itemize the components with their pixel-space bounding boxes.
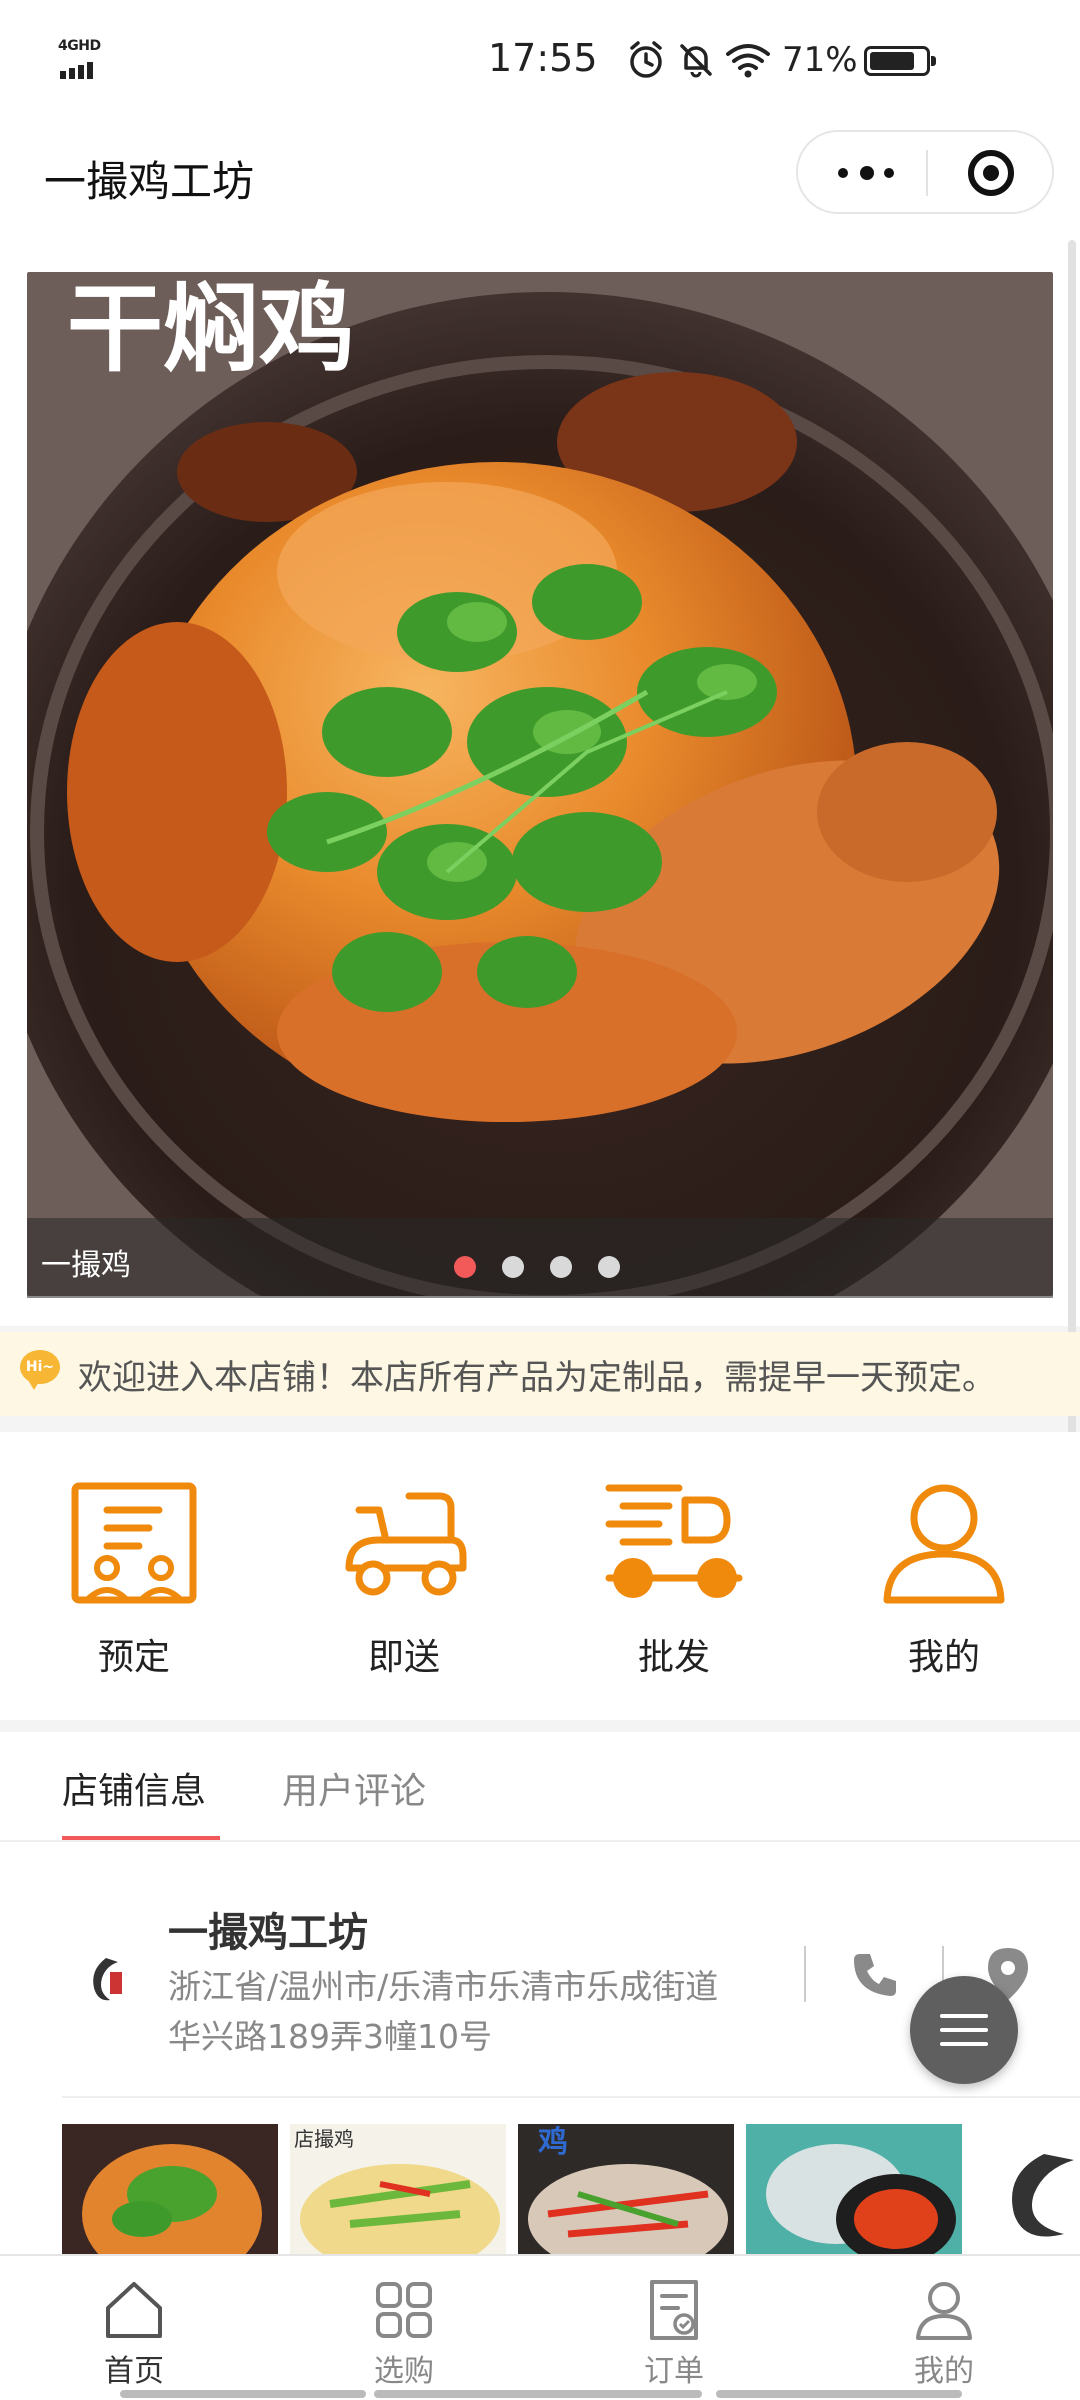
store-address: 浙江省/温州市/乐清市乐清市乐成街道 华兴路189弄3幢10号	[168, 1962, 788, 2062]
notice-text: 欢迎进入本店铺！本店所有产品为定制品，需提早一天预定。	[78, 1358, 996, 1398]
tabbar-orders[interactable]: 订单	[584, 2278, 764, 2398]
store-address-line: 浙江省/温州市/乐清市乐清市乐成街道	[168, 1967, 719, 2006]
chat-bubble-icon: Hi~	[20, 1350, 60, 1390]
tabbar-label: 选购	[374, 2354, 434, 2389]
carousel-dot[interactable]	[598, 1256, 620, 1278]
store-name: 一撮鸡工坊	[168, 1910, 368, 1956]
carousel-dot[interactable]	[454, 1256, 476, 1278]
bottom-tab-bar: 首页 选购 订单 我的	[0, 2254, 1080, 2400]
banner-caption: 一撮鸡	[41, 1248, 131, 1283]
quick-item-mine[interactable]: 我的	[844, 1480, 1044, 1700]
tab-store-info[interactable]: 店铺信息	[62, 1762, 206, 1814]
home-icon	[106, 2282, 162, 2338]
close-target-icon[interactable]	[968, 150, 1014, 196]
delivery-truck-icon	[605, 1484, 743, 1598]
tabbar-mine[interactable]: 我的	[854, 2278, 1034, 2398]
gesture-bar	[120, 2390, 366, 2398]
photo-caption-text: 店撮鸡	[294, 2127, 354, 2151]
banner-image[interactable]: 干焖鸡	[27, 272, 1053, 1296]
order-icon	[650, 2280, 698, 2340]
quick-item-wholesale[interactable]: 批发	[574, 1480, 774, 1700]
status-bar: 4GHD 17:55 71%	[0, 0, 1080, 120]
quick-item-label: 我的	[907, 1637, 980, 1678]
alarm-icon	[630, 41, 662, 78]
scooter-icon	[345, 1492, 467, 1596]
tabbar-label: 首页	[104, 2354, 164, 2389]
carousel-dot[interactable]	[550, 1256, 572, 1278]
user-icon	[883, 1484, 1005, 1604]
banner-carousel[interactable]: 干焖鸡 一撮鸡	[0, 236, 1080, 1326]
nav-bar: 一撮鸡工坊	[0, 120, 1080, 236]
store-photo[interactable]: 店撮鸡	[290, 2124, 506, 2256]
tab-active-indicator	[62, 1836, 220, 1840]
quick-item-label: 预定	[97, 1637, 170, 1678]
store-logo	[93, 1958, 122, 2001]
mini-program-capsule	[796, 130, 1054, 214]
divider	[62, 2096, 1080, 2098]
network-type: 4GHD	[58, 38, 101, 54]
float-menu-button[interactable]	[910, 1976, 1018, 2084]
more-icon[interactable]	[838, 132, 928, 212]
divider	[804, 1946, 806, 2002]
photo-caption-text: 鸡	[538, 2125, 568, 2160]
store-photo[interactable]	[974, 2124, 1080, 2256]
tabbar-shop[interactable]: 选购	[314, 2278, 494, 2398]
quick-menu: 预定 即送 批发 我的	[0, 1432, 1080, 1720]
battery-percent: 71%	[782, 40, 858, 80]
gesture-bar	[374, 2390, 702, 2398]
tabbar-label: 我的	[914, 2354, 974, 2389]
store-photo[interactable]	[746, 2124, 962, 2256]
quick-item-delivery[interactable]: 即送	[304, 1480, 504, 1700]
quick-item-reserve[interactable]: 预定	[34, 1480, 234, 1700]
signal-icon: 4GHD	[58, 38, 118, 79]
quick-item-label: 即送	[367, 1637, 440, 1678]
wifi-icon	[726, 44, 770, 78]
tabbar-label: 订单	[644, 2354, 704, 2389]
phone-icon[interactable]	[850, 1950, 898, 1998]
quick-item-label: 批发	[637, 1637, 710, 1678]
gesture-bar	[716, 2390, 962, 2398]
capsule-divider	[926, 150, 928, 196]
tab-user-reviews[interactable]: 用户评论	[282, 1762, 426, 1814]
info-tabs: 店铺信息 用户评论	[0, 1732, 1080, 1842]
mute-icon	[680, 44, 712, 78]
battery-icon	[864, 46, 936, 76]
store-photo[interactable]	[62, 2124, 278, 2256]
banner-caption-bar: 一撮鸡	[27, 1218, 1053, 1298]
reserve-icon	[71, 1482, 197, 1604]
store-address-line: 华兴路189弄3幢10号	[168, 2017, 492, 2056]
tabbar-home[interactable]: 首页	[44, 2278, 224, 2398]
profile-icon	[916, 2282, 972, 2340]
status-time: 17:55	[488, 36, 598, 80]
carousel-dot[interactable]	[502, 1256, 524, 1278]
page-title: 一撮鸡工坊	[44, 157, 255, 206]
banner-title-text: 干焖鸡	[67, 273, 355, 385]
notice-bar: Hi~ 欢迎进入本店铺！本店所有产品为定制品，需提早一天预定。	[0, 1332, 1080, 1416]
store-photo[interactable]: 鸡	[518, 2124, 734, 2256]
grid-icon	[376, 2282, 432, 2338]
